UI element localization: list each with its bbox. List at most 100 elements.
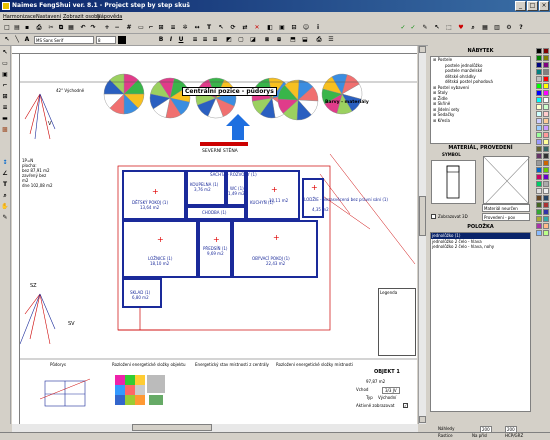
- font-combo[interactable]: MS Sans Serif: [34, 36, 94, 44]
- bed-tool-icon[interactable]: ▬: [0, 114, 10, 124]
- furniture-icon[interactable]: ⊟: [289, 23, 299, 33]
- palette-swatch[interactable]: [536, 160, 542, 166]
- zoom-in-icon[interactable]: +: [102, 23, 112, 33]
- edit-icon[interactable]: ✎: [420, 23, 430, 33]
- room-detsky-pokoj[interactable]: + DĚTSKÝ POKOJ (1) 13,64 m2: [122, 170, 186, 220]
- select-tool-icon[interactable]: ↖: [0, 48, 10, 58]
- status-zoom2[interactable]: 200: [505, 426, 517, 433]
- palette-swatch[interactable]: [543, 69, 549, 75]
- scroll-down-button[interactable]: [419, 416, 426, 423]
- palette-swatch[interactable]: [536, 195, 542, 201]
- palette-swatch[interactable]: [543, 83, 549, 89]
- text-tool-icon[interactable]: A: [22, 35, 32, 45]
- text-icon[interactable]: T: [204, 23, 214, 33]
- room-sklad[interactable]: SKLAD (1) 6,80 m2: [122, 278, 162, 308]
- item-row[interactable]: jednolůžko 2 čelo - hlava, nohy: [431, 244, 530, 250]
- mirror-icon[interactable]: ⇄: [240, 23, 250, 33]
- save-icon[interactable]: ▪: [22, 23, 32, 33]
- check-icon[interactable]: ✓: [398, 23, 408, 33]
- palette-swatch[interactable]: [536, 139, 542, 145]
- status-hcp[interactable]: HCP/GRZ: [505, 433, 523, 438]
- palette-swatch[interactable]: [536, 174, 542, 180]
- chart-icon[interactable]: ▥: [492, 23, 502, 33]
- palette-swatch[interactable]: [543, 146, 549, 152]
- stair-tool-icon[interactable]: ≡: [0, 103, 10, 113]
- door-tool-icon[interactable]: ⌐: [0, 81, 10, 91]
- zoom-tool-icon[interactable]: ⌕: [0, 191, 10, 201]
- room-icon[interactable]: ▣: [277, 23, 287, 33]
- hand-tool-icon[interactable]: ✋: [0, 202, 10, 212]
- delete-icon[interactable]: ✕: [252, 23, 262, 33]
- ungroup-icon[interactable]: ⧇: [274, 35, 284, 45]
- palette-swatch[interactable]: [543, 76, 549, 82]
- palette-swatch[interactable]: [543, 62, 549, 68]
- maximize-button[interactable]: □: [527, 1, 538, 11]
- object-orientation-value[interactable]: 3/3 JV: [382, 387, 400, 394]
- check2-icon[interactable]: ✓: [408, 23, 418, 33]
- select-icon[interactable]: ⬚: [444, 23, 454, 33]
- window-tool-icon[interactable]: ⊞: [0, 92, 10, 102]
- rotate-icon[interactable]: ⟳: [228, 23, 238, 33]
- align-left-icon[interactable]: ≡: [190, 35, 200, 45]
- palette-swatch[interactable]: [543, 230, 549, 236]
- palette-swatch[interactable]: [536, 188, 542, 194]
- palette-swatch[interactable]: [536, 216, 542, 222]
- bold-icon[interactable]: B: [156, 35, 166, 45]
- layers-icon[interactable]: ◧: [265, 23, 275, 33]
- palette-swatch[interactable]: [536, 132, 542, 138]
- settings-icon[interactable]: ⚙: [504, 23, 514, 33]
- palette-swatch[interactable]: [543, 132, 549, 138]
- palette-swatch[interactable]: [536, 48, 542, 54]
- grid-icon[interactable]: #: [124, 23, 134, 33]
- provedeni-combo[interactable]: Provedení - pov: [482, 213, 530, 221]
- palette-swatch[interactable]: [536, 223, 542, 229]
- status-nahledy[interactable]: Náhledy: [438, 426, 454, 431]
- palette-swatch[interactable]: [536, 209, 542, 215]
- palette-swatch[interactable]: [536, 55, 542, 61]
- stack-icon[interactable]: ☰: [326, 35, 336, 45]
- redo-icon[interactable]: ↷: [88, 23, 98, 33]
- room-loznice[interactable]: + LOŽNICE (1) 18,10 m2: [122, 220, 198, 278]
- palette-swatch[interactable]: [543, 223, 549, 229]
- palette-swatch[interactable]: [543, 90, 549, 96]
- palette-swatch[interactable]: [543, 195, 549, 201]
- palette-swatch[interactable]: [543, 160, 549, 166]
- pen-tool-icon[interactable]: ✎: [0, 213, 10, 223]
- furniture-tool-icon[interactable]: ▩: [0, 125, 10, 135]
- border-icon[interactable]: ▢: [236, 35, 246, 45]
- fill-icon[interactable]: ◩: [224, 35, 234, 45]
- angle-tool-icon[interactable]: ∠: [0, 169, 10, 179]
- shadow-icon[interactable]: ◪: [248, 35, 258, 45]
- paste-icon[interactable]: ▦: [66, 23, 76, 33]
- cursor-icon[interactable]: ↖: [432, 23, 442, 33]
- compass-icon[interactable]: ✲: [180, 23, 190, 33]
- palette-swatch[interactable]: [536, 146, 542, 152]
- menu-zobrazit-osoby[interactable]: Zobrazit osoby: [63, 12, 100, 22]
- heart-icon[interactable]: ♥: [456, 23, 466, 33]
- wall-tool-icon[interactable]: ▭: [0, 59, 10, 69]
- room-kuchyn[interactable]: + KUCHYŇ (1): [246, 170, 300, 220]
- palette-swatch[interactable]: [536, 125, 542, 131]
- zoom-icon[interactable]: ⌕: [468, 23, 478, 33]
- measure-tool-icon[interactable]: ↕: [0, 158, 10, 168]
- room-predsin[interactable]: + PŘEDSÍŇ (1) 9,69 m2: [198, 220, 232, 278]
- hscroll-thumb[interactable]: [132, 424, 212, 431]
- room-tool-icon[interactable]: ▣: [0, 70, 10, 80]
- print2-icon[interactable]: ⎙: [314, 35, 324, 45]
- palette-swatch[interactable]: [536, 90, 542, 96]
- pointer-icon[interactable]: ↖: [216, 23, 226, 33]
- palette-swatch[interactable]: [543, 55, 549, 61]
- minimize-button[interactable]: _: [515, 1, 526, 11]
- palette-swatch[interactable]: [536, 69, 542, 75]
- palette-swatch[interactable]: [543, 181, 549, 187]
- horizontal-scrollbar[interactable]: [12, 424, 418, 432]
- room-chodba[interactable]: CHODBA (1): [186, 206, 246, 220]
- palette-swatch[interactable]: [543, 111, 549, 117]
- open-icon[interactable]: ▤: [12, 23, 22, 33]
- cut-icon[interactable]: ✂: [46, 23, 56, 33]
- palette-swatch[interactable]: [536, 167, 542, 173]
- palette-swatch[interactable]: [543, 188, 549, 194]
- palette-swatch[interactable]: [543, 104, 549, 110]
- palette-swatch[interactable]: [543, 139, 549, 145]
- palette-swatch[interactable]: [536, 104, 542, 110]
